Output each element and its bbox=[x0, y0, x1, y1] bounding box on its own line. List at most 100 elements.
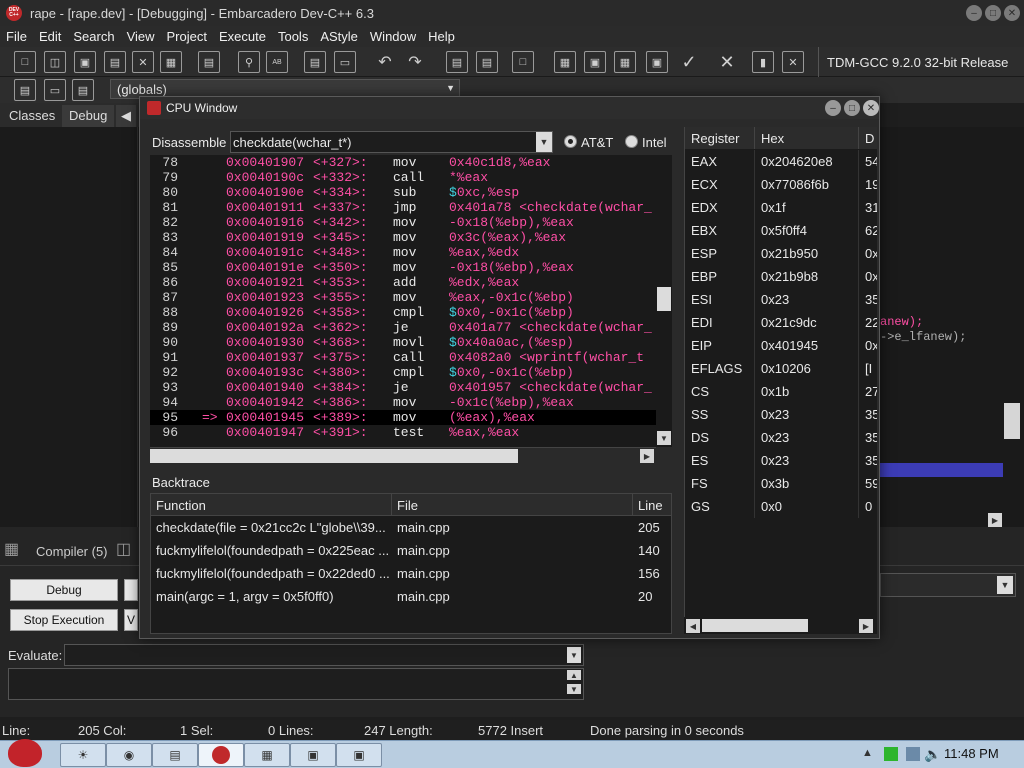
evaluate-input[interactable]: ▼ bbox=[64, 644, 584, 666]
register-name[interactable]: EFLAGS bbox=[685, 357, 755, 380]
maximize-button[interactable]: □ bbox=[985, 5, 1001, 21]
bookmark-icon[interactable]: ▭ bbox=[44, 79, 66, 101]
minimize-button[interactable]: – bbox=[825, 100, 841, 116]
col-file[interactable]: File bbox=[392, 494, 633, 516]
backtrace-line[interactable]: 20 bbox=[633, 585, 672, 608]
maximize-button[interactable]: □ bbox=[844, 100, 860, 116]
disassembly-row[interactable]: 80 0x0040190e <+334>: sub $0xc,%esp bbox=[150, 185, 668, 200]
disassembly-row[interactable]: 89 0x0040192a <+362>: je 0x401a77 <checkdate… bbox=[150, 320, 668, 335]
disassembly-vscroll[interactable]: ▼ bbox=[656, 155, 672, 447]
compiler-selector[interactable]: TDM-GCC 9.2.0 32-bit Release bbox=[818, 47, 1008, 77]
menu-project[interactable]: Project bbox=[161, 29, 213, 44]
chevron-down-icon[interactable]: ▼ bbox=[567, 684, 581, 694]
print-icon[interactable]: ▤ bbox=[198, 51, 220, 73]
backtrace-table[interactable]: Function File Line checkdate(file = 0x21… bbox=[150, 493, 672, 634]
backtrace-file[interactable]: main.cpp bbox=[392, 539, 633, 562]
project-icon[interactable]: ▦ bbox=[554, 51, 576, 73]
disassembly-row[interactable]: 96 0x00401947 <+391>: test %eax,%eax bbox=[150, 425, 668, 440]
menu-file[interactable]: File bbox=[0, 29, 33, 44]
tab-classes[interactable]: Classes bbox=[2, 105, 62, 127]
register-hex[interactable]: 0x1f bbox=[755, 196, 859, 219]
backtrace-function[interactable]: fuckmylifelol(foundedpath = 0x225eac ... bbox=[151, 539, 392, 562]
col-line[interactable]: Line bbox=[633, 494, 672, 516]
menu-edit[interactable]: Edit bbox=[33, 29, 67, 44]
compile-run-icon[interactable]: ▣ bbox=[646, 51, 668, 73]
register-hex[interactable]: 0x23 bbox=[755, 449, 859, 472]
register-col-2[interactable]: D bbox=[859, 127, 877, 149]
minimize-button[interactable]: – bbox=[966, 5, 982, 21]
scroll-thumb[interactable] bbox=[657, 287, 671, 311]
register-hex[interactable]: 0x23 bbox=[755, 426, 859, 449]
menu-execute[interactable]: Execute bbox=[213, 29, 272, 44]
disassembly-row[interactable]: 81 0x00401911 <+337>: jmp 0x401a78 <checkdat… bbox=[150, 200, 668, 215]
app-taskbar-icon[interactable]: ▦ bbox=[244, 743, 290, 767]
register-hex[interactable]: 0x401945 bbox=[755, 334, 859, 357]
monitor-icon[interactable] bbox=[906, 747, 920, 761]
open-file-icon[interactable]: ◫ bbox=[44, 51, 66, 73]
col-function[interactable]: Function bbox=[151, 494, 392, 516]
save-all-icon[interactable]: ▤ bbox=[104, 51, 126, 73]
register-name[interactable]: ECX bbox=[685, 173, 755, 196]
disassembly-row[interactable]: 83 0x00401919 <+345>: mov 0x3c(%eax),%eax bbox=[150, 230, 668, 245]
delete-icon[interactable]: ✕ bbox=[782, 51, 804, 73]
menu-search[interactable]: Search bbox=[67, 29, 120, 44]
find-icon[interactable]: ⚲ bbox=[238, 51, 260, 73]
registers-table[interactable]: RegisterHexD EAX0x204620e854 ECX0x77086f6b… bbox=[684, 127, 877, 617]
disassembly-row[interactable]: 90 0x00401930 <+368>: movl $0x40a0ac,(%esp) bbox=[150, 335, 668, 350]
register-dec[interactable]: 35 bbox=[859, 449, 877, 472]
chevron-right-icon[interactable]: ▶ bbox=[988, 513, 1002, 527]
backtrace-line[interactable]: 140 bbox=[633, 539, 672, 562]
volume-icon[interactable]: 🔈 bbox=[924, 746, 941, 763]
register-name[interactable]: EIP bbox=[685, 334, 755, 357]
register-dec[interactable]: 0 bbox=[859, 495, 877, 518]
menu-window[interactable]: Window bbox=[364, 29, 422, 44]
chevron-right-icon[interactable]: ▶ bbox=[859, 619, 873, 633]
register-dec[interactable]: 35 bbox=[859, 426, 877, 449]
save-icon[interactable]: ▣ bbox=[74, 51, 96, 73]
register-dec[interactable]: 0x bbox=[859, 265, 877, 288]
register-dec[interactable]: 35 bbox=[859, 288, 877, 311]
close-button[interactable]: ✕ bbox=[1004, 5, 1020, 21]
register-dec[interactable]: 62 bbox=[859, 219, 877, 242]
window-icon[interactable]: ▣ bbox=[584, 51, 606, 73]
register-name[interactable]: DS bbox=[685, 426, 755, 449]
register-name[interactable]: GS bbox=[685, 495, 755, 518]
goto-bookmark-icon[interactable]: ▤ bbox=[72, 79, 94, 101]
backtrace-function[interactable]: fuckmylifelol(foundedpath = 0x22ded0 ... bbox=[151, 562, 392, 585]
disassembly-row[interactable]: 91 0x00401937 <+375>: call 0x4082a0 <wprintf… bbox=[150, 350, 668, 365]
register-dec[interactable]: 59 bbox=[859, 472, 877, 495]
app-icon[interactable]: DEV C++ bbox=[6, 5, 22, 21]
register-hex[interactable]: 0x3b bbox=[755, 472, 859, 495]
stop-icon[interactable]: ✕ bbox=[716, 51, 738, 73]
register-hex[interactable]: 0x10206 bbox=[755, 357, 859, 380]
backtrace-line[interactable]: 156 bbox=[633, 562, 672, 585]
register-dec[interactable]: 0x bbox=[859, 334, 877, 357]
register-name[interactable]: ES bbox=[685, 449, 755, 472]
backtrace-file[interactable]: main.cpp bbox=[392, 562, 633, 585]
grid-icon[interactable]: ▦ bbox=[614, 51, 636, 73]
chevron-up-icon[interactable]: ▲ bbox=[862, 747, 873, 759]
register-col-1[interactable]: Hex bbox=[755, 127, 859, 149]
register-dec[interactable]: 54 bbox=[859, 150, 877, 173]
menu-help[interactable]: Help bbox=[422, 29, 461, 44]
register-name[interactable]: SS bbox=[685, 403, 755, 426]
tab-debug[interactable]: Debug bbox=[62, 105, 115, 127]
backtrace-file[interactable]: main.cpp bbox=[392, 585, 633, 608]
network-icon[interactable] bbox=[884, 747, 898, 761]
backtrace-function[interactable]: checkdate(file = 0x21cc2c L"globe\\39... bbox=[151, 516, 392, 539]
clock[interactable]: 11:48 PM bbox=[944, 746, 999, 761]
chevron-down-icon[interactable]: ▼ bbox=[657, 431, 671, 445]
toggle-bookmark-icon[interactable]: ▭ bbox=[334, 51, 356, 73]
chevron-left-icon[interactable]: ◀ bbox=[686, 619, 700, 633]
register-dec[interactable]: [I bbox=[859, 357, 877, 380]
chevron-left-icon[interactable]: ◀ bbox=[116, 105, 136, 127]
view-cpu-button[interactable]: V bbox=[124, 609, 138, 631]
chrome-taskbar-icon[interactable]: ◉ bbox=[106, 743, 152, 767]
chevron-down-icon[interactable]: ▼ bbox=[536, 132, 552, 152]
register-dec[interactable]: 31 bbox=[859, 196, 877, 219]
register-hex[interactable]: 0x21b950 bbox=[755, 242, 859, 265]
notepad-taskbar-icon[interactable]: ▤ bbox=[152, 743, 198, 767]
register-dec[interactable]: 19 bbox=[859, 173, 877, 196]
chart-icon[interactable]: ▮ bbox=[752, 51, 774, 73]
register-hex[interactable]: 0x0 bbox=[755, 495, 859, 518]
